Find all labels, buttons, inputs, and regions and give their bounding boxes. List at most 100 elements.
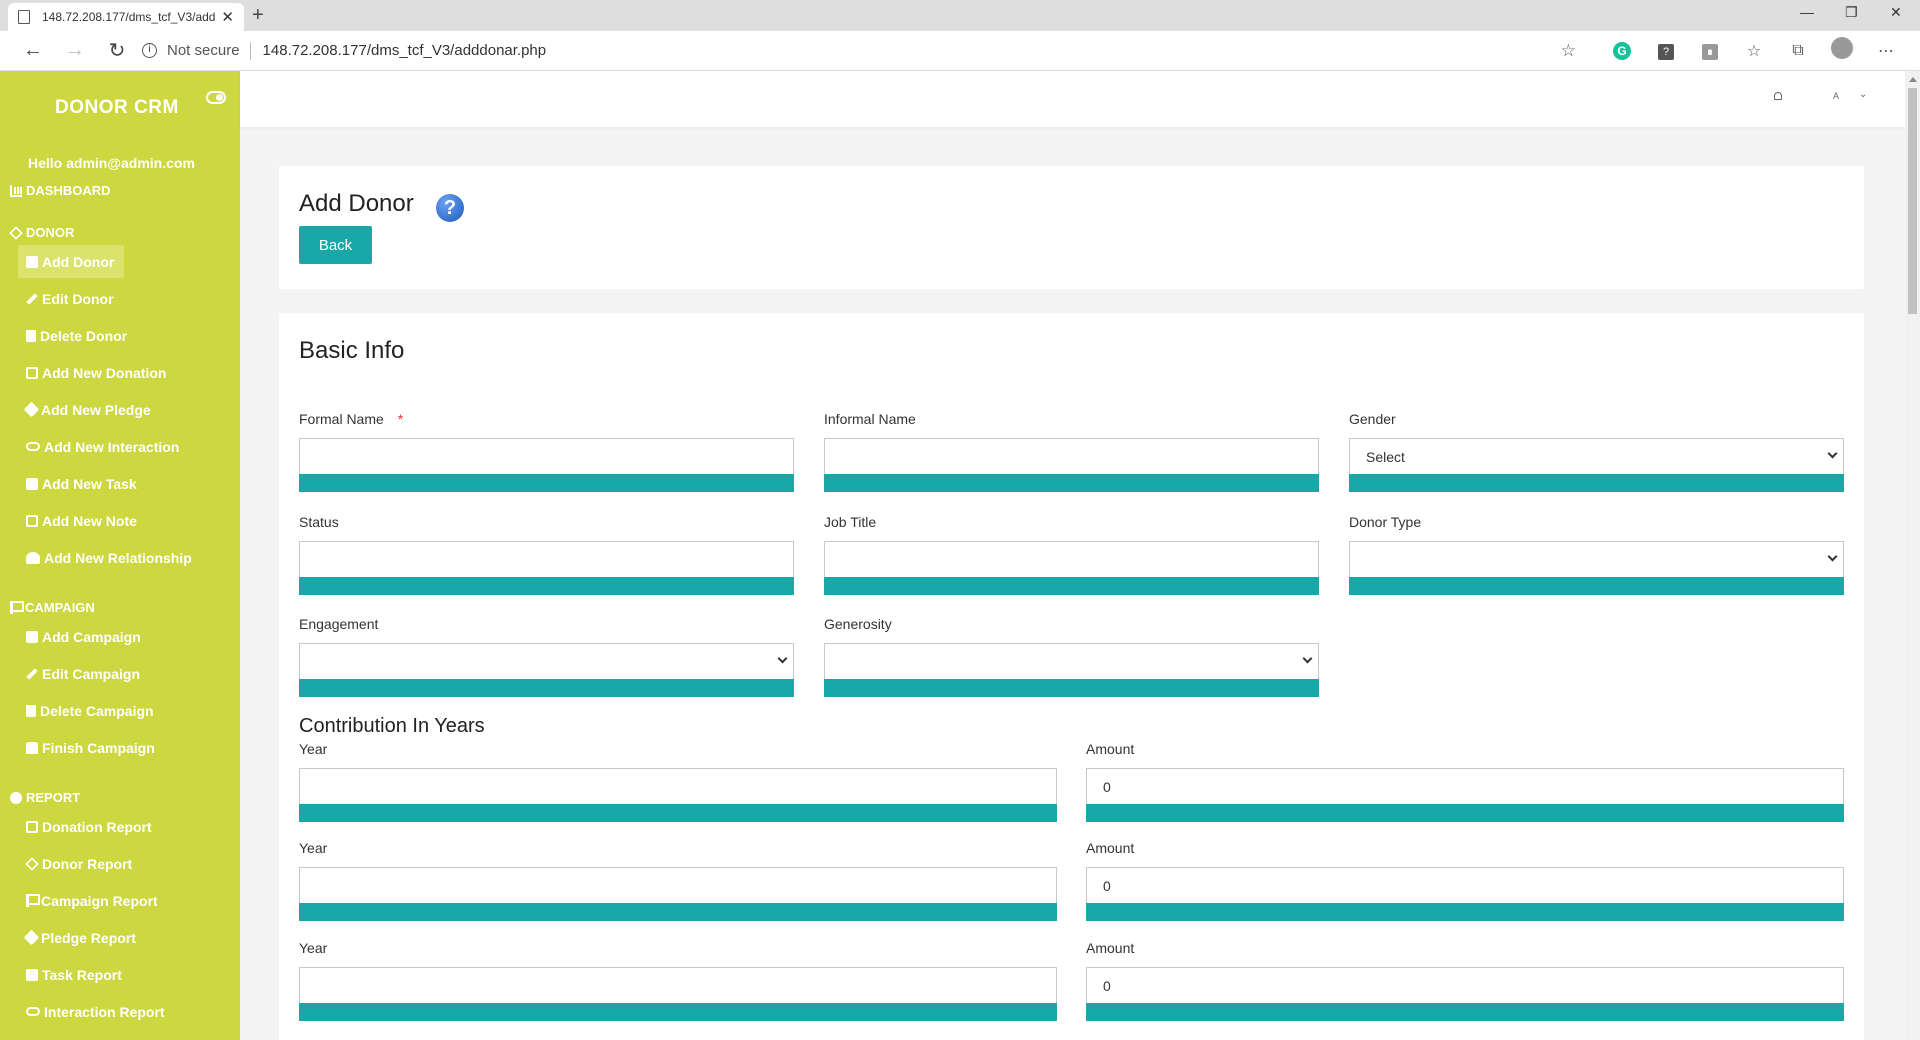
page-title: Add Donor xyxy=(299,190,414,217)
page-scrollbar[interactable] xyxy=(1905,71,1920,1040)
sidebar-item-edit-donor[interactable]: Edit Donor xyxy=(18,282,124,315)
generosity-select-box[interactable] xyxy=(824,643,1319,679)
bell-icon[interactable] xyxy=(1774,92,1782,100)
donor-type-select[interactable] xyxy=(1349,541,1844,595)
engagement-select-box[interactable] xyxy=(299,643,794,679)
year-field[interactable] xyxy=(299,768,1057,822)
sidebar-toggle-icon[interactable] xyxy=(206,91,226,104)
year-input[interactable] xyxy=(299,867,1057,903)
collections-icon[interactable]: ⧉ xyxy=(1776,42,1820,60)
address-bar[interactable]: i Not secure 148.72.208.177/dms_tcf_V3/a… xyxy=(142,36,1590,66)
scroll-up-icon[interactable] xyxy=(1909,77,1917,82)
sidebar-item-add-relationship[interactable]: Add New Relationship xyxy=(18,541,202,574)
sidebar-item-label: Donation Report xyxy=(42,818,152,835)
year-field[interactable] xyxy=(299,867,1057,921)
generosity-select[interactable] xyxy=(824,643,1319,697)
grammarly-icon[interactable]: G xyxy=(1600,41,1644,60)
help-extension-icon[interactable]: ? xyxy=(1644,42,1688,60)
sidebar-item-label: Delete Donor xyxy=(40,327,128,344)
job-title-field[interactable] xyxy=(824,541,1319,595)
year-label: Year xyxy=(299,741,328,757)
amount-input[interactable]: 0 xyxy=(1086,967,1844,1003)
sidebar-item-add-donor[interactable]: Add Donor xyxy=(18,245,125,278)
sidebar-item-donor-report[interactable]: Donor Report xyxy=(18,847,142,880)
engagement-select[interactable] xyxy=(299,643,794,697)
sidebar-item-delete-campaign[interactable]: Delete Campaign xyxy=(18,694,164,727)
scrollbar-thumb[interactable] xyxy=(1908,88,1917,314)
tab-strip: 148.72.208.177/dms_tcf_V3/addc ✕ + — ❐ ✕ xyxy=(0,0,1920,31)
formal-name-input[interactable] xyxy=(299,438,794,474)
url-text[interactable]: 148.72.208.177/dms_tcf_V3/adddonar.php xyxy=(263,42,1561,59)
informal-name-field[interactable] xyxy=(824,438,1319,492)
sidebar-item-task-report[interactable]: Task Report xyxy=(18,958,132,991)
sidebar-section-donor[interactable]: DONOR xyxy=(9,225,74,240)
year-input[interactable] xyxy=(299,768,1057,804)
more-menu-icon[interactable]: ⋯ xyxy=(1864,41,1908,61)
informal-name-label: Informal Name xyxy=(824,411,916,427)
sidebar-section-report[interactable]: REPORT xyxy=(10,790,80,805)
brand-logo[interactable]: DONOR CRM xyxy=(55,97,179,119)
close-tab-icon[interactable]: ✕ xyxy=(221,8,234,26)
field-underline xyxy=(299,679,794,697)
chart-icon xyxy=(10,184,22,197)
donor-type-select-box[interactable] xyxy=(1349,541,1844,577)
diamond-icon xyxy=(25,856,39,871)
profile-avatar[interactable] xyxy=(1820,37,1864,64)
new-tab-button[interactable]: + xyxy=(252,4,264,27)
favorite-star-icon[interactable]: ☆ xyxy=(1561,41,1576,61)
sidebar-item-add-task[interactable]: Add New Task xyxy=(18,467,147,500)
sidebar-item-donation-report[interactable]: Donation Report xyxy=(18,810,162,843)
sidebar: DONOR CRM Hello admin@admin.com DASHBOAR… xyxy=(0,71,240,1040)
year-field[interactable] xyxy=(299,967,1057,1021)
year-input[interactable] xyxy=(299,967,1057,1003)
minimize-icon[interactable]: — xyxy=(1800,4,1814,20)
help-icon[interactable]: ? xyxy=(436,194,464,222)
extension-icon[interactable]: ∎ xyxy=(1688,42,1732,60)
field-underline xyxy=(824,474,1319,492)
info-icon[interactable]: i xyxy=(142,43,157,58)
field-underline xyxy=(299,577,794,595)
status-field[interactable] xyxy=(299,541,794,595)
informal-name-input[interactable] xyxy=(824,438,1319,474)
amount-field[interactable]: 0 xyxy=(1086,867,1844,921)
sidebar-item-edit-campaign[interactable]: Edit Campaign xyxy=(18,657,150,690)
status-input[interactable] xyxy=(299,541,794,577)
sidebar-item-label: Edit Campaign xyxy=(42,665,141,682)
user-icon[interactable]: A xyxy=(1833,91,1839,101)
amount-input[interactable]: 0 xyxy=(1086,867,1844,903)
sidebar-item-add-pledge[interactable]: Add New Pledge xyxy=(18,393,161,426)
field-underline xyxy=(1349,474,1844,492)
pencil-icon xyxy=(26,667,38,680)
tag-icon xyxy=(23,401,40,418)
sidebar-item-add-note[interactable]: Add New Note xyxy=(18,504,147,537)
sidebar-item-pledge-report[interactable]: Pledge Report xyxy=(18,921,146,954)
sidebar-item-finish-campaign[interactable]: Finish Campaign xyxy=(18,731,165,764)
forward-arrow-icon[interactable]: → xyxy=(54,39,96,62)
sidebar-item-campaign-report[interactable]: Campaign Report xyxy=(18,884,168,917)
sidebar-item-dashboard[interactable]: DASHBOARD xyxy=(10,183,111,198)
amount-field[interactable]: 0 xyxy=(1086,967,1844,1021)
close-window-icon[interactable]: ✕ xyxy=(1890,4,1902,21)
sidebar-item-interaction-report[interactable]: Interaction Report xyxy=(18,995,175,1028)
sidebar-item-delete-donor[interactable]: Delete Donor xyxy=(18,319,137,352)
browser-toolbar: ← → ↻ i Not secure 148.72.208.177/dms_tc… xyxy=(0,31,1920,71)
restore-icon[interactable]: ❐ xyxy=(1845,4,1858,21)
sidebar-item-add-donation[interactable]: Add New Donation xyxy=(18,356,176,389)
browser-tab[interactable]: 148.72.208.177/dms_tcf_V3/addc ✕ xyxy=(8,3,244,31)
top-header-bar: A ⌄ xyxy=(240,71,1905,127)
formal-name-field[interactable] xyxy=(299,438,794,492)
amount-field[interactable]: 0 xyxy=(1086,768,1844,822)
chevron-down-icon[interactable]: ⌄ xyxy=(1859,89,1867,100)
sidebar-item-add-interaction[interactable]: Add New Interaction xyxy=(18,430,189,463)
back-arrow-icon[interactable]: ← xyxy=(12,39,54,62)
amount-input[interactable]: 0 xyxy=(1086,768,1844,804)
favorites-icon[interactable]: ☆ xyxy=(1732,41,1776,61)
job-title-input[interactable] xyxy=(824,541,1319,577)
gender-select[interactable]: Select xyxy=(1349,438,1844,492)
sidebar-section-campaign[interactable]: CAMPAIGN xyxy=(10,600,95,615)
gender-select-box[interactable]: Select xyxy=(1349,438,1844,474)
reload-icon[interactable]: ↻ xyxy=(96,38,138,63)
back-button[interactable]: Back xyxy=(299,226,372,264)
not-secure-label: Not secure xyxy=(167,42,240,59)
sidebar-item-add-campaign[interactable]: Add Campaign xyxy=(18,620,151,653)
